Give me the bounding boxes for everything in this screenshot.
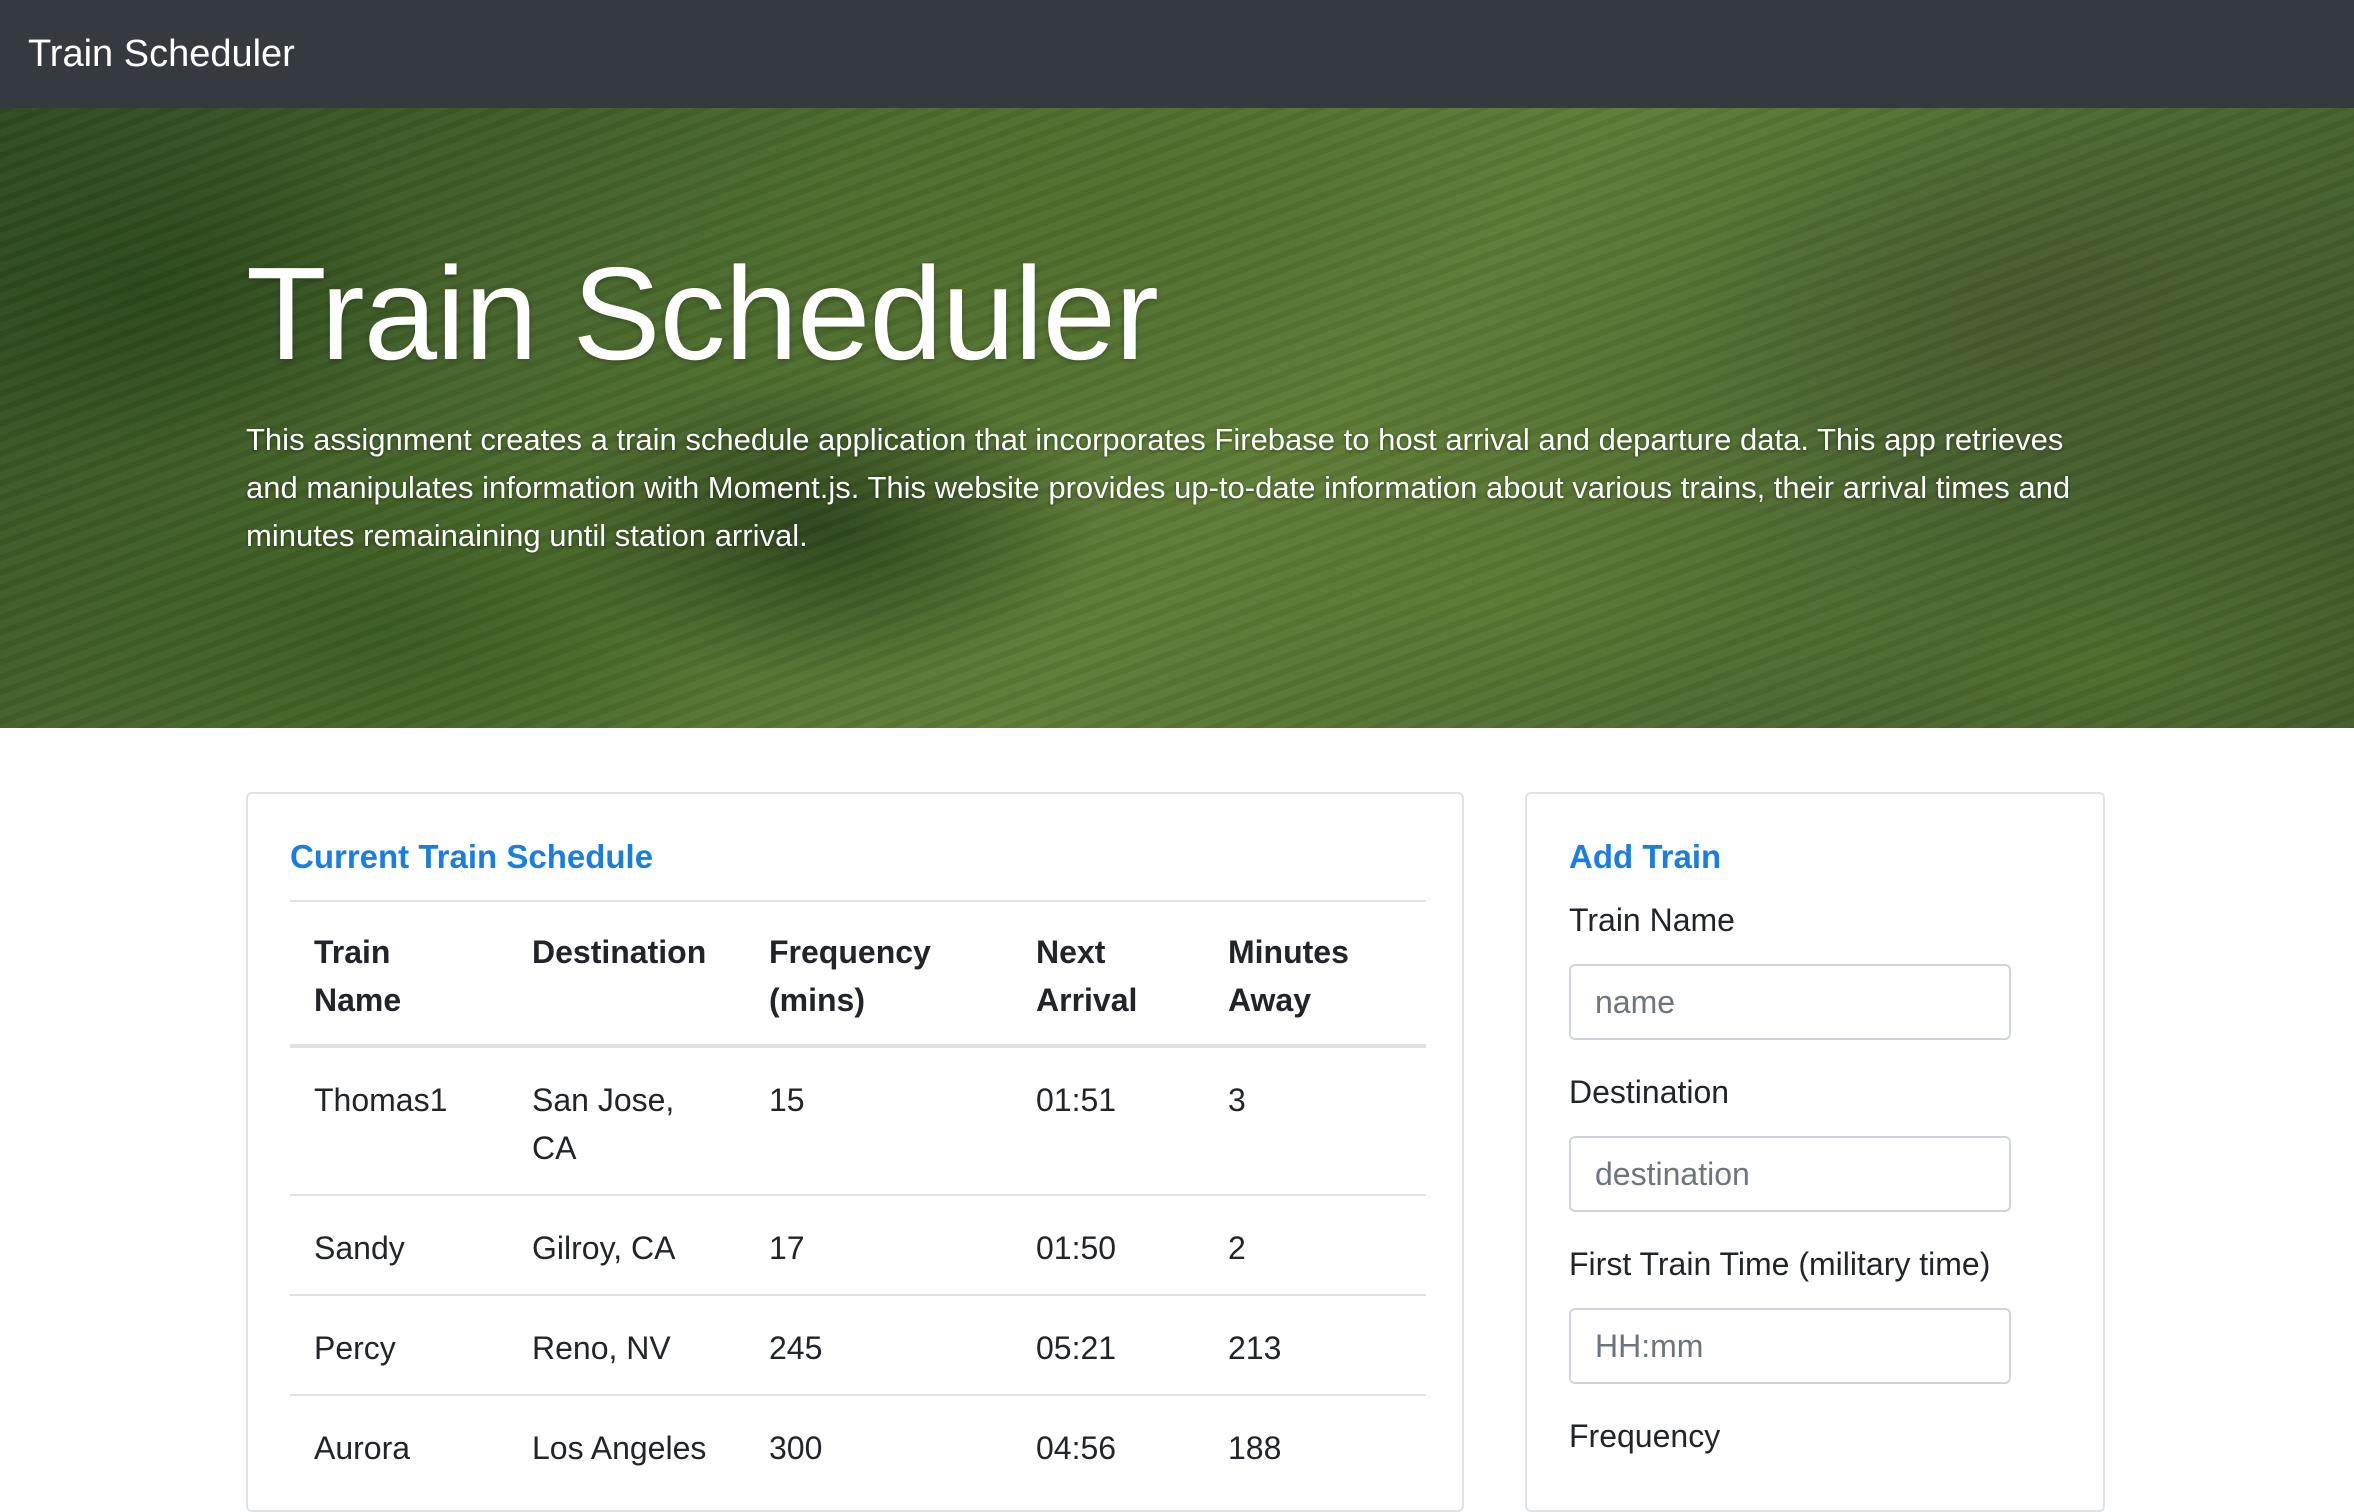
cell-next-arrival: 04:56 — [1012, 1394, 1204, 1494]
cell-frequency: 17 — [745, 1194, 1012, 1295]
add-train-card: Add Train Train Name Destination First T… — [1525, 792, 2105, 1512]
hero-banner: Train Scheduler This assignment creates … — [0, 108, 2354, 728]
cell-next-arrival: 01:50 — [1012, 1194, 1204, 1295]
column-header-train-name: Train Name — [290, 900, 508, 1048]
cell-frequency: 245 — [745, 1294, 1012, 1395]
cell-minutes-away: 3 — [1204, 1045, 1426, 1195]
cell-train-name: Aurora — [290, 1394, 508, 1494]
table-row: Aurora Los Angeles 300 04:56 188 — [290, 1394, 1426, 1494]
cell-next-arrival: 05:21 — [1012, 1294, 1204, 1395]
schedule-card: Current Train Schedule Train Name Destin… — [246, 792, 1464, 1512]
schedule-title: Current Train Schedule — [290, 838, 654, 875]
frequency-label: Frequency — [1569, 1418, 1721, 1454]
column-header-next-arrival: Next Arrival — [1012, 900, 1204, 1048]
train-name-label: Train Name — [1569, 902, 1735, 938]
first-train-time-input[interactable] — [1569, 1308, 2011, 1384]
destination-input[interactable] — [1569, 1136, 2011, 1212]
hero-title: Train Scheduler — [246, 240, 1159, 387]
cell-train-name: Percy — [290, 1294, 508, 1395]
cell-destination: San Jose, CA — [508, 1045, 745, 1195]
navbar: Train Scheduler — [0, 0, 2354, 108]
table-row: Thomas1 San Jose, CA 15 01:51 3 — [290, 1045, 1426, 1195]
cell-frequency: 15 — [745, 1045, 1012, 1195]
table-row: Sandy Gilroy, CA 17 01:50 2 — [290, 1194, 1426, 1295]
cell-next-arrival: 01:51 — [1012, 1045, 1204, 1195]
hero-description: This assignment creates a train schedule… — [246, 422, 2071, 553]
navbar-brand[interactable]: Train Scheduler — [28, 33, 295, 76]
column-header-frequency: Frequency (mins) — [745, 900, 1012, 1048]
train-name-input[interactable] — [1569, 964, 2011, 1040]
cell-minutes-away: 213 — [1204, 1294, 1426, 1395]
column-header-destination: Destination — [508, 900, 745, 1048]
destination-label: Destination — [1569, 1074, 1730, 1110]
cell-train-name: Thomas1 — [290, 1045, 508, 1195]
cell-destination: Reno, NV — [508, 1294, 745, 1395]
add-train-title: Add Train — [1569, 838, 1722, 875]
cell-destination: Gilroy, CA — [508, 1194, 745, 1295]
schedule-table: Train Name Destination Frequency (mins) … — [290, 900, 1426, 1494]
cell-destination: Los Angeles — [508, 1394, 745, 1494]
cell-minutes-away: 2 — [1204, 1194, 1426, 1295]
column-header-minutes-away: Minutes Away — [1204, 900, 1426, 1048]
table-row: Percy Reno, NV 245 05:21 213 — [290, 1294, 1426, 1395]
cell-train-name: Sandy — [290, 1194, 508, 1295]
hero-content: Train Scheduler This assignment creates … — [246, 248, 2126, 560]
table-header-row: Train Name Destination Frequency (mins) … — [290, 900, 1426, 1048]
cell-minutes-away: 188 — [1204, 1394, 1426, 1494]
first-train-time-label: First Train Time (military time) — [1569, 1246, 1991, 1282]
cell-frequency: 300 — [745, 1394, 1012, 1494]
